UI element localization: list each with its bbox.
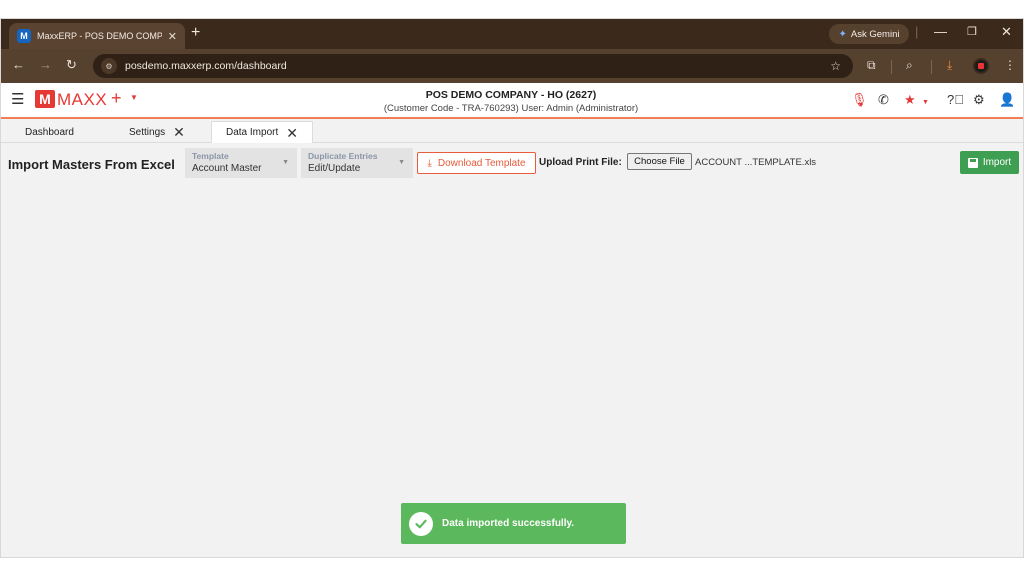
browser-tab[interactable]: M MaxxERP - POS DEMO COMPANY ✕ [9, 23, 185, 49]
toolbar-separator [931, 60, 932, 74]
selected-file-name: ACCOUNT ...TEMPLATE.xls [695, 157, 817, 168]
window-separator: | [915, 24, 919, 39]
quick-add-caret-icon[interactable]: ▼ [130, 93, 138, 102]
check-circle-icon [409, 511, 433, 536]
app-header: ☰ M MAXX + ▼ POS DEMO COMPANY - HO (2627… [1, 83, 1023, 119]
duplicate-entries-select[interactable]: Duplicate Entries Edit/Update ▼ [301, 148, 413, 178]
duplicate-entries-value: Edit/Update [308, 163, 361, 174]
download-icon[interactable]: ⤓ [947, 58, 952, 72]
help-icon[interactable]: ?⃝ [947, 93, 964, 107]
template-select[interactable]: Template Account Master ▼ [185, 148, 297, 178]
site-info-icon[interactable]: ⚙ [101, 58, 117, 74]
favorites-star-icon[interactable]: ★ [904, 93, 916, 107]
chevron-down-icon: ▼ [282, 159, 289, 166]
browser-tab-title: MaxxERP - POS DEMO COMPANY [37, 31, 162, 41]
hamburger-menu-icon[interactable]: ☰ [11, 92, 24, 108]
tab-settings[interactable]: Settings ✕ [129, 121, 185, 143]
duplicate-entries-label: Duplicate Entries [308, 151, 378, 161]
extensions-icon[interactable]: ⧉ [867, 58, 876, 72]
company-name: POS DEMO COMPANY - HO (2627) [425, 89, 597, 101]
upload-print-file-label: Upload Print File: [539, 157, 622, 168]
gemini-spark-icon: ✦ [838, 28, 847, 40]
tab-dashboard-label: Dashboard [25, 126, 74, 138]
restore-window-icon[interactable]: ❐ [967, 25, 977, 39]
url-text: posdemo.maxxerp.com/dashboard [125, 60, 287, 72]
close-data-import-tab-icon[interactable]: ✕ [286, 126, 298, 140]
address-bar[interactable]: ⚙ posdemo.maxxerp.com/dashboard ☆ [93, 54, 853, 78]
import-button[interactable]: Import [960, 151, 1019, 174]
page-title: Import Masters From Excel [8, 157, 175, 172]
tab-dashboard[interactable]: Dashboard [25, 121, 74, 143]
import-form: Import Masters From Excel Template Accou… [1, 143, 1023, 183]
import-button-label: Import [982, 157, 1012, 168]
user-account-icon[interactable]: 👤 [999, 93, 1015, 107]
microphone-icon[interactable]: 🎙 [851, 93, 868, 107]
browser-toolbar: ← → ↻ ⚙ posdemo.maxxerp.com/dashboard ☆ … [1, 49, 1023, 83]
maxx-logo-icon[interactable]: M [35, 90, 55, 108]
favorites-caret-icon[interactable]: ▼ [922, 96, 929, 110]
back-arrow-icon[interactable]: ← [12, 58, 25, 72]
profile-avatar-icon[interactable] [973, 58, 989, 74]
toast-message: Data imported successfully. [442, 518, 575, 529]
app-tab-bar: Dashboard Settings ✕ Data Import ✕ [1, 121, 1023, 143]
template-value: Account Master [192, 163, 262, 174]
bookmark-star-icon[interactable]: ☆ [830, 59, 841, 73]
save-icon [967, 157, 978, 168]
ask-gemini-label: Ask Gemini [850, 28, 900, 40]
quick-add-plus-icon[interactable]: + [111, 88, 122, 108]
new-tab-button[interactable]: + [191, 25, 200, 41]
success-toast: Data imported successfully. [401, 503, 626, 544]
choose-file-button[interactable]: Choose File [627, 153, 692, 170]
maxx-logo-text[interactable]: MAXX [57, 90, 107, 110]
browser-window: M MaxxERP - POS DEMO COMPANY ✕ + ✦ Ask G… [0, 18, 1024, 558]
settings-gear-icon[interactable]: ⚙ [973, 93, 985, 107]
chevron-down-icon: ▼ [398, 159, 405, 166]
close-window-icon[interactable]: ✕ [1001, 25, 1012, 39]
tab-settings-label: Settings [129, 126, 166, 138]
template-label: Template [192, 151, 229, 161]
reload-icon[interactable]: ↻ [66, 58, 77, 72]
download-template-label: Download Template [437, 157, 526, 169]
tab-data-import-label: Data Import [226, 127, 279, 138]
maxx-favicon-icon: M [17, 29, 31, 43]
download-template-button[interactable]: ⤓ Download Template [417, 152, 536, 174]
browser-tab-strip: M MaxxERP - POS DEMO COMPANY ✕ + ✦ Ask G… [1, 19, 1023, 49]
close-settings-tab-icon[interactable]: ✕ [173, 125, 185, 139]
download-arrow-icon: ⤓ [427, 157, 432, 169]
browser-menu-icon[interactable]: ⋮ [1004, 58, 1016, 72]
close-tab-icon[interactable]: ✕ [168, 30, 177, 43]
minimize-window-icon[interactable]: — [934, 25, 947, 39]
toolbar-separator [891, 60, 892, 74]
tab-search-icon[interactable]: ⌕ [906, 58, 913, 72]
tab-data-import[interactable]: Data Import ✕ [211, 121, 313, 143]
whatsapp-icon[interactable]: ✆ [878, 93, 889, 107]
ask-gemini-button[interactable]: ✦ Ask Gemini [829, 24, 909, 44]
customer-info: (Customer Code - TRA-760293) User: Admin… [383, 103, 639, 114]
forward-arrow-icon[interactable]: → [39, 58, 52, 72]
